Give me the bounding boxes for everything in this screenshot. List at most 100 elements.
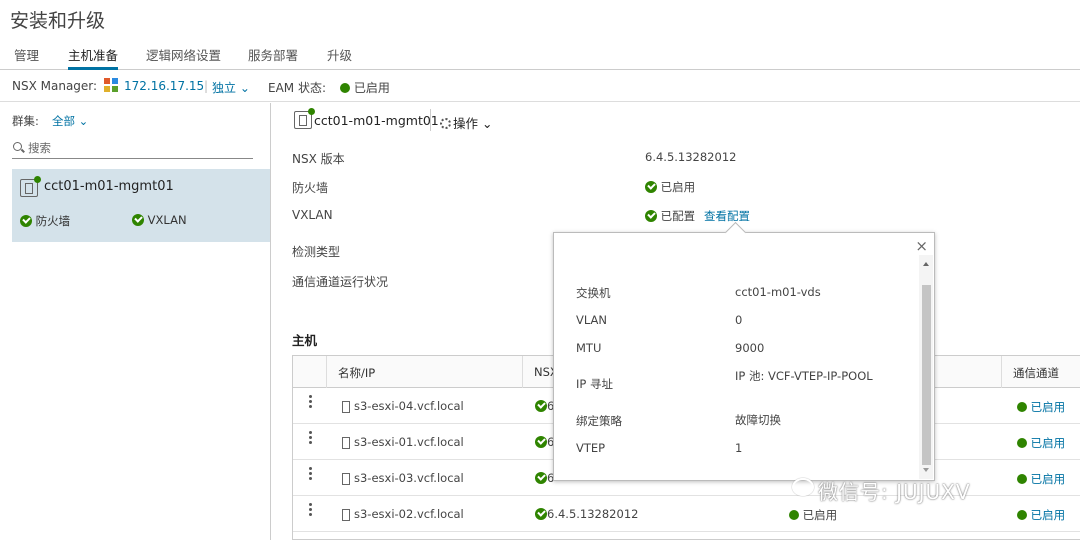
host-version: 6: [535, 435, 554, 449]
host-channel-status[interactable]: 已启用: [1017, 507, 1065, 523]
chevron-down-icon: ⌄: [482, 116, 493, 131]
popover-vlan-value: 0: [735, 313, 743, 327]
host-channel-status[interactable]: 已启用: [1017, 471, 1065, 487]
nsx-manager-label: NSX Manager:: [12, 79, 98, 93]
nsx-manager-ip[interactable]: 172.16.17.15: [124, 79, 204, 93]
status-dot-icon: [340, 83, 350, 93]
wechat-icon: [792, 478, 814, 496]
popover-vtep-label: VTEP: [576, 441, 606, 455]
cluster-filter-label: 群集:: [12, 114, 39, 128]
tab-service-deployment[interactable]: 服务部署: [248, 46, 298, 70]
prop-channel-health-label: 通信通道运行状况: [292, 275, 389, 289]
scroll-thumb[interactable]: [922, 285, 931, 465]
cluster-firewall-status: 防火墙: [20, 213, 70, 229]
host-name: s3-esxi-01.vcf.local: [354, 435, 464, 449]
popover-ip-addressing-label: IP 寻址: [576, 377, 613, 391]
view-config-link[interactable]: 查看配置: [704, 208, 750, 224]
search-input[interactable]: 搜索: [12, 137, 253, 159]
prop-detection-type-label: 检测类型: [292, 245, 341, 259]
cluster-name: cct01-m01-mgmt01: [44, 179, 174, 194]
popover-teaming-policy-label: 绑定策略: [576, 414, 622, 428]
check-icon: [535, 400, 547, 412]
column-header-channel[interactable]: 通信通道: [1013, 365, 1059, 381]
tab-bar: 管理 主机准备 逻辑网络设置 服务部署 升级: [0, 46, 1080, 70]
tab-logical-network-settings[interactable]: 逻辑网络设置: [146, 46, 221, 70]
status-dot-icon: [1017, 402, 1027, 412]
prop-nsx-version-label: NSX 版本: [292, 152, 345, 166]
popover-ip-addressing-value: IP 池: VCF-VTEP-IP-POOL: [735, 369, 873, 383]
nsx-manager-icon: [104, 78, 118, 92]
host-name: s3-esxi-04.vcf.local: [354, 399, 464, 413]
check-icon: [535, 472, 547, 484]
close-icon[interactable]: ×: [915, 237, 928, 255]
check-icon: [645, 210, 657, 222]
host-firewall-status: 已启用: [789, 507, 837, 523]
status-dot-icon: [1017, 510, 1027, 520]
chevron-down-icon: ⌄: [78, 114, 89, 128]
prop-firewall-value: 已启用: [645, 179, 695, 195]
status-dot-icon: [1017, 438, 1027, 448]
gear-icon: [440, 118, 451, 129]
cluster-filter-dropdown[interactable]: 全部 ⌄: [52, 113, 88, 129]
host-version: 6: [535, 471, 554, 485]
chevron-down-icon: ⌄: [239, 81, 250, 95]
prop-vxlan-label: VXLAN: [292, 208, 333, 222]
popover-mtu-value: 9000: [735, 341, 765, 355]
cluster-icon: [294, 108, 315, 129]
tab-host-preparation[interactable]: 主机准备: [68, 46, 119, 70]
actions-menu-button[interactable]: 操作 ⌄: [440, 113, 492, 132]
host-name: s3-esxi-03.vcf.local: [354, 471, 464, 485]
host-icon: [342, 509, 350, 521]
host-channel-status[interactable]: 已启用: [1017, 435, 1065, 451]
search-placeholder: 搜索: [28, 141, 51, 155]
cluster-pane: 群集: 全部 ⌄ 搜索 cct01-m01-mgmt01 防火墙 VXLAN: [0, 103, 271, 540]
eam-status-value: 已启用: [340, 79, 390, 96]
check-icon: [535, 436, 547, 448]
row-actions-kebab-icon[interactable]: [309, 431, 313, 446]
scroll-up-icon[interactable]: [923, 262, 929, 266]
search-icon: [13, 142, 22, 151]
prop-vxlan-value: 已配置: [645, 208, 695, 224]
prop-nsx-version-value: 6.4.5.13282012: [645, 150, 737, 164]
vxlan-config-popover: × 交换机 cct01-m01-vds VLAN 0 MTU 9000 IP 寻…: [553, 232, 935, 481]
host-icon: [342, 437, 350, 449]
scroll-down-icon[interactable]: [923, 468, 929, 472]
row-actions-kebab-icon[interactable]: [309, 467, 313, 482]
host-icon: [342, 401, 350, 413]
cluster-icon: [20, 176, 41, 197]
popover-scrollbar[interactable]: [919, 255, 933, 479]
row-actions-kebab-icon[interactable]: [309, 395, 313, 410]
tab-upgrade[interactable]: 升级: [327, 46, 352, 70]
detail-title: cct01-m01-mgmt01: [314, 113, 439, 128]
status-dot-icon: [1017, 474, 1027, 484]
cluster-vxlan-status: VXLAN: [132, 213, 187, 227]
page-title: 安装和升级: [10, 10, 106, 32]
host-version: 6.4.5.13282012: [535, 507, 638, 521]
popover-switch-value: cct01-m01-vds: [735, 285, 821, 299]
popover-vlan-label: VLAN: [576, 313, 608, 327]
check-icon: [645, 181, 657, 193]
title-divider: [430, 109, 431, 131]
host-channel-status[interactable]: 已启用: [1017, 399, 1065, 415]
prop-firewall-label: 防火墙: [292, 181, 329, 195]
popover-vtep-value: 1: [735, 441, 743, 455]
row-actions-kebab-icon[interactable]: [309, 503, 313, 518]
tab-management[interactable]: 管理: [14, 46, 39, 70]
watermark: 微信号: JUJUXV: [818, 480, 971, 504]
host-name: s3-esxi-02.vcf.local: [354, 507, 464, 521]
manager-bar: NSX Manager: 172.16.17.15 | 独立 ⌄ EAM 状态:…: [0, 70, 1080, 102]
popover-teaming-policy-value: 故障切换: [735, 413, 781, 427]
host-icon: [342, 473, 350, 485]
cluster-list-item[interactable]: cct01-m01-mgmt01 防火墙 VXLAN: [12, 169, 270, 242]
manager-separator: |: [204, 79, 209, 93]
manager-mode-dropdown[interactable]: 独立 ⌄: [212, 79, 250, 96]
hosts-section-title: 主机: [292, 333, 318, 348]
column-header-name[interactable]: 名称/IP: [338, 365, 375, 381]
check-icon: [535, 508, 547, 520]
popover-switch-label: 交换机: [576, 286, 611, 300]
popover-mtu-label: MTU: [576, 341, 602, 355]
check-icon: [132, 214, 144, 226]
check-icon: [20, 215, 32, 227]
host-version: 6: [535, 399, 554, 413]
status-dot-icon: [789, 510, 799, 520]
